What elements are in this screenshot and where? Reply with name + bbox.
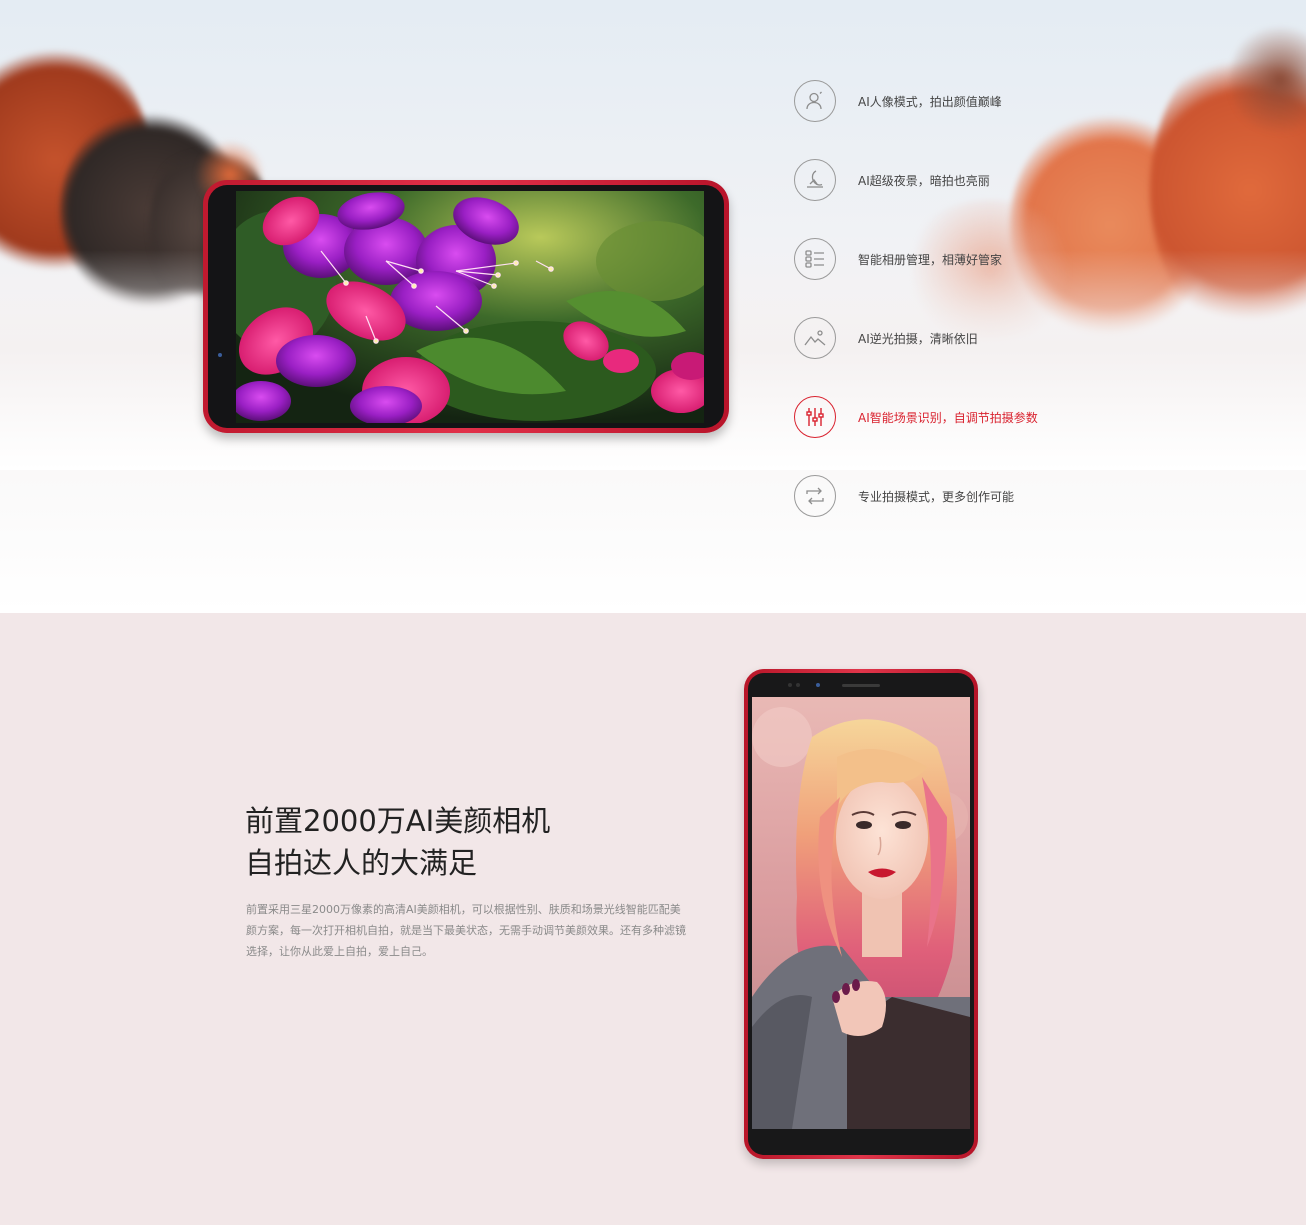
ai-camera-features-section: AI人像模式，拍出颜值巅峰 AI超级夜景，暗拍也亮丽 智能相册管理，相薄好管家 … [0, 0, 1306, 613]
backlight-mountain-icon [794, 317, 836, 359]
album-list-icon [794, 238, 836, 280]
phone-portrait-selfie [744, 669, 978, 1159]
earpiece-speaker [842, 684, 880, 687]
feature-item-night[interactable]: AI超级夜景，暗拍也亮丽 [794, 157, 1094, 203]
selfie-photo-screen [752, 697, 970, 1129]
feature-label: AI超级夜景，暗拍也亮丽 [858, 173, 990, 188]
feature-item-scene-recognition[interactable]: AI智能场景识别，自调节拍摄参数 [794, 394, 1094, 440]
feature-item-portrait[interactable]: AI人像模式，拍出颜值巅峰 [794, 78, 1094, 124]
feature-label: 专业拍摄模式，更多创作可能 [858, 489, 1015, 504]
feature-label: AI智能场景识别，自调节拍摄参数 [858, 410, 1038, 425]
sensor-dot [788, 683, 792, 687]
selfie-camera-section: 前置2000万AI美颜相机 自拍达人的大满足 前置采用三星2000万像素的高清A… [0, 613, 1306, 1225]
phone-landscape-flower [203, 180, 729, 433]
feature-label: 智能相册管理，相薄好管家 [858, 252, 1003, 267]
front-camera-dot [816, 683, 820, 687]
front-camera-dot [218, 353, 222, 357]
scene-sliders-icon [794, 396, 836, 438]
fuchsia-flower-photo [236, 191, 704, 423]
selfie-description: 前置采用三星2000万像素的高清AI美颜相机，可以根据性别、肤质和场景光线智能匹… [246, 903, 686, 958]
feature-label: AI人像模式，拍出颜值巅峰 [858, 94, 1002, 109]
product-feature-page: AI人像模式，拍出颜值巅峰 AI超级夜景，暗拍也亮丽 智能相册管理，相薄好管家 … [0, 0, 1306, 1225]
feature-item-album[interactable]: 智能相册管理，相薄好管家 [794, 236, 1094, 282]
sensor-dot [796, 683, 800, 687]
feature-item-pro-mode[interactable]: 专业拍摄模式，更多创作可能 [794, 473, 1094, 519]
feature-label: AI逆光拍摄，清晰依旧 [858, 331, 978, 346]
selfie-title-line2: 自拍达人的大满足 [245, 846, 478, 880]
selfie-title-line1: 前置2000万AI美颜相机 [245, 804, 551, 838]
flower-photo-screen [236, 191, 704, 423]
portrait-person-icon [794, 80, 836, 122]
phone-bezel [748, 673, 974, 1155]
woman-portrait-photo [752, 697, 970, 1129]
night-moon-icon [794, 159, 836, 201]
pro-mode-swap-icon [794, 475, 836, 517]
feature-item-backlight[interactable]: AI逆光拍摄，清晰依旧 [794, 315, 1094, 361]
phone-bezel [208, 185, 724, 428]
